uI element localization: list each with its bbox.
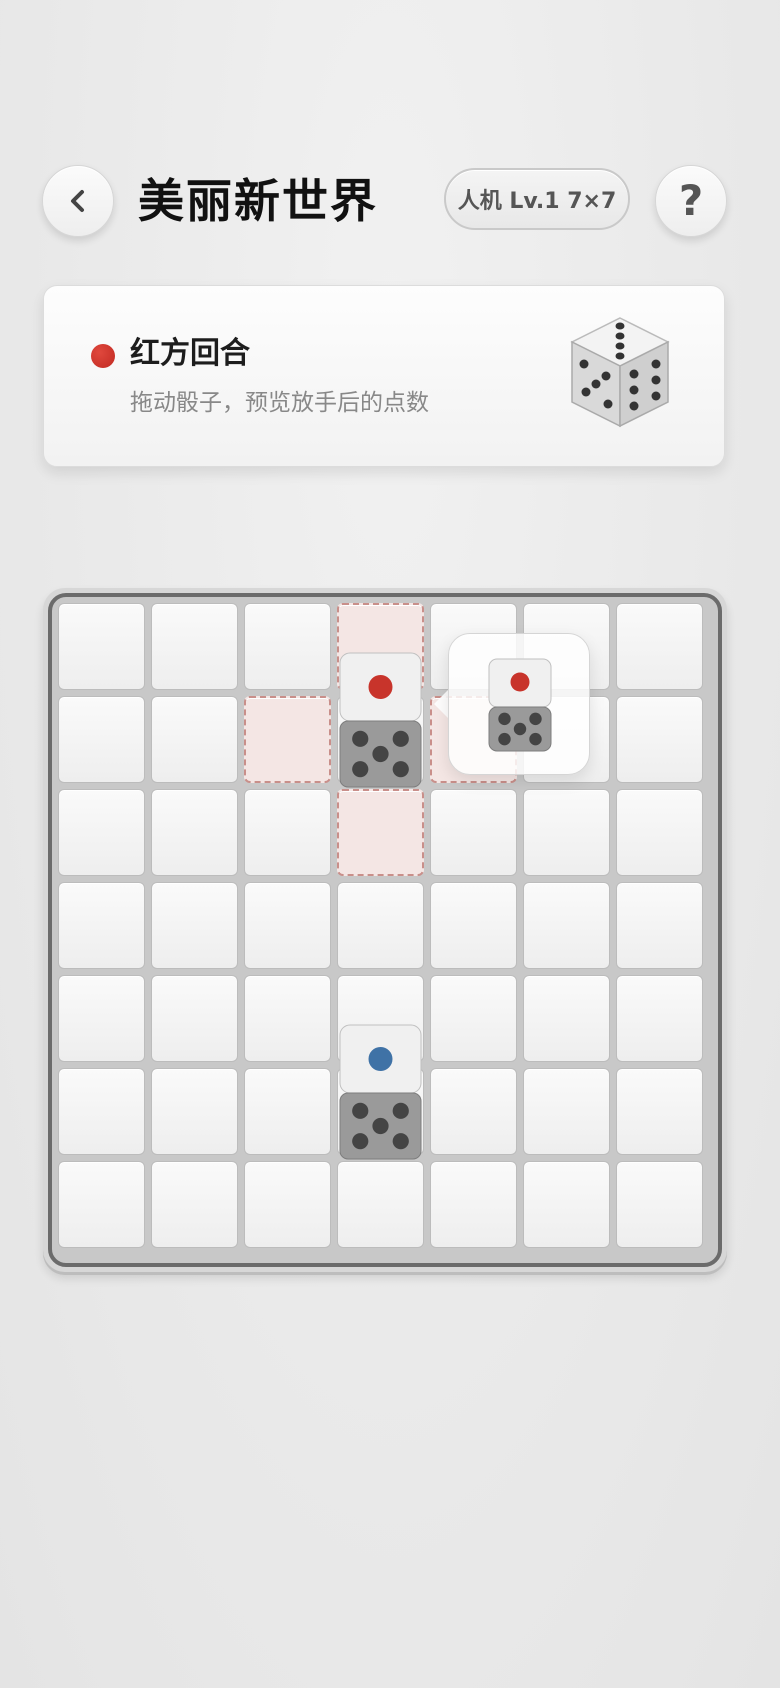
dice-pip <box>352 730 369 747</box>
dice-pip <box>513 722 527 736</box>
board-cell[interactable] <box>616 696 703 783</box>
board-cell[interactable] <box>244 975 331 1062</box>
dice-pip <box>529 712 542 726</box>
blue-player-dot <box>368 1047 393 1071</box>
board-cell[interactable] <box>616 882 703 969</box>
drag-pointer <box>434 690 448 718</box>
board-cell[interactable] <box>151 789 238 876</box>
board-cell[interactable] <box>430 1068 517 1155</box>
board-cell[interactable] <box>616 975 703 1062</box>
board-cell[interactable] <box>523 882 610 969</box>
board-cell[interactable] <box>58 975 145 1062</box>
dice-pip <box>372 745 389 763</box>
help-icon: ? <box>678 176 704 225</box>
turn-label: 红方回合 <box>130 336 250 371</box>
board-cell[interactable] <box>244 1068 331 1155</box>
drag-preview-dice <box>488 658 552 752</box>
board-cell[interactable] <box>616 1161 703 1248</box>
board-cell[interactable] <box>58 696 145 783</box>
board-cell[interactable] <box>616 789 703 876</box>
board-cell[interactable] <box>244 1161 331 1248</box>
board-cell[interactable] <box>523 975 610 1062</box>
board-cell[interactable] <box>337 882 424 969</box>
dice-pip <box>392 730 409 747</box>
drag-preview-dot <box>510 672 530 692</box>
board-cell[interactable] <box>151 603 238 690</box>
board-cell[interactable] <box>430 975 517 1062</box>
board-cell[interactable] <box>523 1068 610 1155</box>
dice-pip <box>352 1133 369 1150</box>
page-title: 美丽新世界 <box>138 174 378 228</box>
board-cell[interactable] <box>244 882 331 969</box>
board-cell[interactable] <box>616 1068 703 1155</box>
board-cell[interactable] <box>58 1068 145 1155</box>
dice-pip <box>392 1102 409 1119</box>
help-button[interactable]: ? <box>655 165 727 237</box>
board-cell[interactable] <box>430 1161 517 1248</box>
game-board <box>48 593 722 1267</box>
board-cell[interactable] <box>523 1161 610 1248</box>
board-cell[interactable] <box>151 696 238 783</box>
board-cell[interactable] <box>430 789 517 876</box>
dice-icon <box>570 317 670 428</box>
mode-badge: 人机 Lv.1 7×7 <box>444 168 630 230</box>
chevron-left-icon <box>71 190 84 212</box>
board-cell[interactable] <box>58 1161 145 1248</box>
turn-indicator-dot <box>91 344 115 368</box>
turn-hint: 拖动骰子，预览放手后的点数 <box>130 390 429 416</box>
red-player-dot <box>368 675 393 699</box>
turn-status-card: 红方回合 拖动骰子，预览放手后的点数 <box>43 285 725 467</box>
dice-pip <box>372 1117 389 1135</box>
board-cell[interactable] <box>151 882 238 969</box>
dice-pip <box>498 732 511 746</box>
board-cell[interactable] <box>58 789 145 876</box>
drag-preview[interactable] <box>448 633 590 775</box>
dice-pip <box>392 761 409 778</box>
board-cell[interactable] <box>58 603 145 690</box>
dice-pip <box>529 732 542 746</box>
board-cell[interactable] <box>151 1161 238 1248</box>
dice-pip <box>352 1102 369 1119</box>
board-cell[interactable] <box>58 882 145 969</box>
board-cell[interactable] <box>151 1068 238 1155</box>
board-cell[interactable] <box>616 603 703 690</box>
board-cell[interactable] <box>244 603 331 690</box>
dice-pip <box>498 712 511 726</box>
board-cell[interactable] <box>523 789 610 876</box>
board-cell[interactable] <box>244 789 331 876</box>
dice-pip <box>392 1133 409 1150</box>
dice-pip <box>352 761 369 778</box>
board-cell-highlighted[interactable] <box>244 696 331 783</box>
back-button[interactable] <box>42 165 114 237</box>
board-cell[interactable] <box>151 975 238 1062</box>
board-cell[interactable] <box>430 882 517 969</box>
red-dice-piece[interactable] <box>338 651 423 813</box>
blue-dice-piece[interactable] <box>338 1023 423 1185</box>
